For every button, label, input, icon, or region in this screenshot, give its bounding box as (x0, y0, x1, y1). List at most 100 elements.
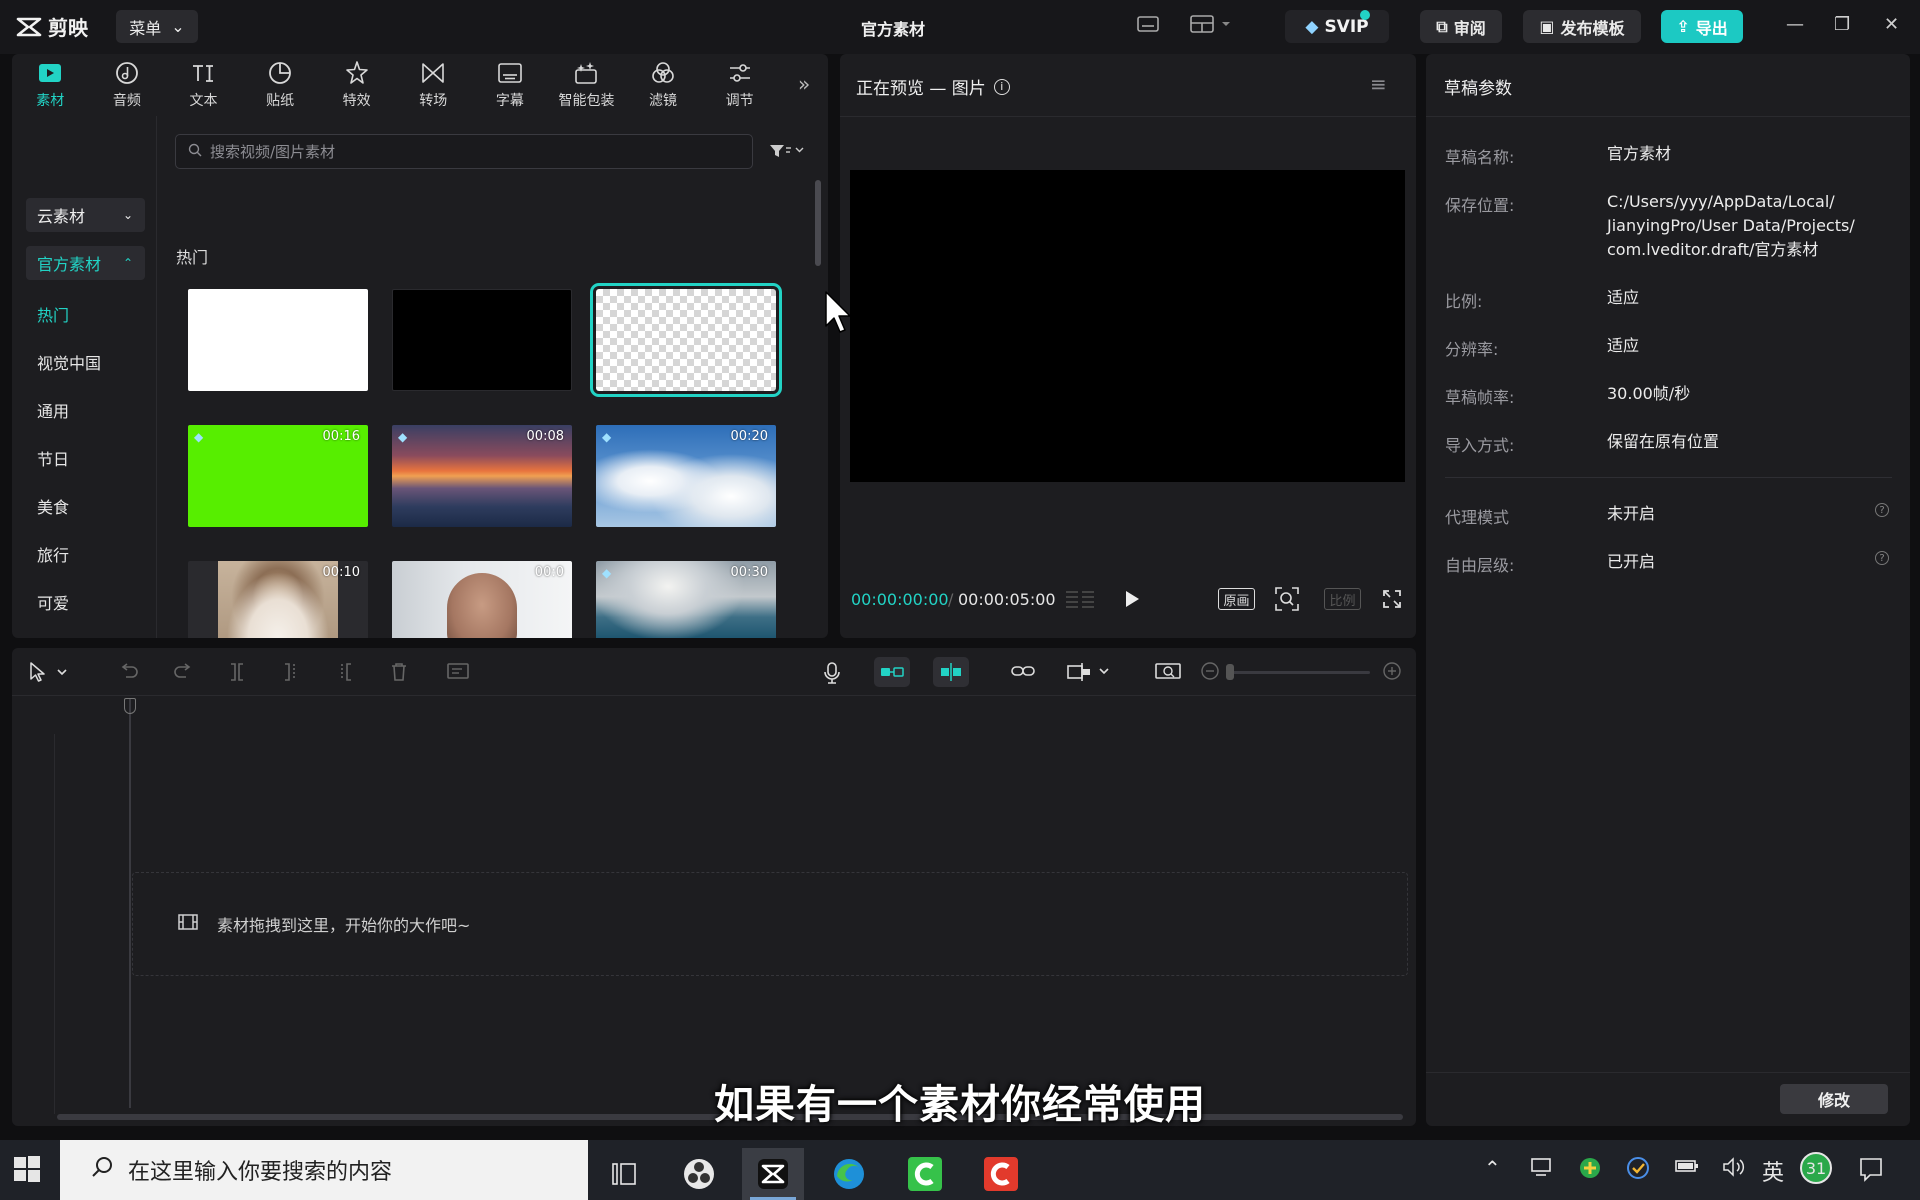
track-header-divider (54, 734, 55, 1114)
material-thumb-sky[interactable]: ◆ 00:20 (596, 425, 776, 527)
zoom-in-icon[interactable] (1382, 661, 1402, 685)
material-thumb-ocean[interactable]: ◆ 00:30 (596, 561, 776, 638)
delete-icon[interactable] (388, 661, 410, 687)
network-icon[interactable] (1530, 1156, 1554, 1183)
subtitle-icon (498, 63, 522, 83)
sidebar-item-vcg[interactable]: 视觉中国 (37, 350, 101, 374)
duration-label: 00:20 (730, 429, 768, 444)
sidebar-item-hot[interactable]: 热门 (37, 302, 69, 326)
material-thumb-man[interactable]: 00:0 (392, 561, 572, 638)
help-icon[interactable]: ? (1875, 503, 1889, 517)
windows-start-icon[interactable] (12, 1154, 48, 1190)
task-view-icon[interactable] (594, 1148, 656, 1200)
ime-language-indicator[interactable]: 英 (1762, 1155, 1784, 1187)
zoom-slider-handle[interactable] (1226, 664, 1234, 680)
playhead-handle[interactable] (124, 698, 136, 714)
tab-sticker[interactable]: 贴纸 (242, 54, 319, 116)
shortcut-keyboard-icon[interactable] (1137, 14, 1159, 38)
list-view-icon[interactable] (1064, 588, 1098, 614)
hamburger-menu-icon[interactable]: ≡ (1370, 72, 1387, 96)
sidebar-item-festival[interactable]: 节日 (37, 446, 69, 470)
freeze-frame-icon[interactable] (446, 661, 472, 687)
task-check-icon[interactable] (1626, 1156, 1650, 1185)
current-time: 00:00:00:00 (851, 590, 949, 609)
link-icon[interactable] (1010, 661, 1036, 685)
jianying-taskbar-icon[interactable] (742, 1148, 804, 1200)
split-icon[interactable] (226, 661, 248, 687)
layout-icon[interactable] (1190, 14, 1234, 38)
split-left-icon[interactable] (280, 661, 302, 687)
double-chevron-right-icon[interactable]: » (798, 72, 810, 96)
battery-icon[interactable] (1674, 1156, 1700, 1181)
preview-canvas[interactable] (850, 170, 1405, 482)
tab-filter[interactable]: 滤镜 (625, 54, 702, 116)
timeline-drop-zone[interactable]: 素材拖拽到这里，开始你的大作吧~ (132, 872, 1408, 976)
help-icon[interactable]: ? (1875, 551, 1889, 565)
tab-media[interactable]: 素材 (12, 54, 89, 116)
save-location-value: C:/Users/yyy/AppData/Local/ JianyingPro/… (1607, 190, 1855, 262)
notification-count-badge[interactable]: 31 (1800, 1152, 1832, 1184)
edge-browser-icon[interactable] (818, 1148, 880, 1200)
tab-subtitle[interactable]: 字幕 (472, 54, 549, 116)
camtasia-red-icon[interactable] (970, 1148, 1032, 1200)
tab-text[interactable]: 文本 (165, 54, 242, 116)
sidebar-item-food[interactable]: 美食 (37, 494, 69, 518)
material-thumb-white[interactable] (188, 289, 368, 391)
draft-name-value: 官方素材 (1607, 144, 1672, 163)
select-cursor-icon[interactable] (28, 661, 72, 687)
material-thumb-green-screen[interactable]: ◆ 00:16 (188, 425, 368, 527)
sidebar-item-travel[interactable]: 旅行 (37, 542, 69, 566)
action-center-icon[interactable] (1858, 1156, 1884, 1187)
minimize-icon[interactable]: — (1786, 14, 1804, 35)
material-thumb-cat[interactable]: 00:10 (188, 561, 368, 638)
timeline-toolbar (12, 648, 1416, 696)
review-button[interactable]: ⧉ 审阅 (1420, 10, 1502, 43)
tab-smart-pack[interactable]: 智能包装 (548, 54, 625, 116)
main-track-magnet-icon[interactable] (874, 657, 910, 687)
fullscreen-icon[interactable] (1382, 589, 1402, 613)
playhead-line[interactable] (129, 698, 131, 1108)
material-thumb-transparent[interactable] (590, 283, 782, 397)
original-quality-button[interactable]: 原画 (1218, 588, 1255, 610)
preview-panel: 正在预览 — 图片 i ≡ 00:00:00:00 / 00:00:05:00 … (840, 54, 1416, 638)
tab-transition[interactable]: 转场 (395, 54, 472, 116)
svip-button[interactable]: ◆ SVIP (1285, 10, 1389, 43)
frame-rate-label: 草稿帧率: (1445, 388, 1515, 407)
split-right-icon[interactable] (334, 661, 356, 687)
material-thumb-black[interactable] (392, 289, 572, 391)
ratio-button[interactable]: 比例 (1324, 588, 1361, 610)
sidebar-item-cloud[interactable]: 云素材 ⌄ (26, 198, 145, 232)
davinci-resolve-icon[interactable] (668, 1148, 730, 1200)
zoom-fit-icon[interactable] (1274, 586, 1300, 616)
play-icon[interactable] (1123, 589, 1141, 613)
tab-effects[interactable]: 特效 (318, 54, 395, 116)
zoom-out-icon[interactable] (1200, 661, 1220, 685)
volume-icon[interactable] (1722, 1156, 1746, 1183)
info-icon[interactable]: i (993, 78, 1010, 95)
export-button[interactable]: ⇪ 导出 (1661, 10, 1743, 43)
taskbar-search-input[interactable]: 在这里输入你要搜索的内容 (60, 1140, 588, 1200)
close-icon[interactable]: ✕ (1884, 14, 1899, 35)
tab-adjust[interactable]: 调节 (701, 54, 778, 116)
redo-icon[interactable] (172, 661, 194, 687)
restore-icon[interactable]: ❐ (1834, 14, 1850, 35)
microphone-icon[interactable] (822, 661, 842, 689)
undo-icon[interactable] (118, 661, 140, 687)
material-scrollbar[interactable] (815, 180, 821, 266)
auto-snap-icon[interactable] (933, 657, 969, 687)
tab-audio[interactable]: 音频 (89, 54, 166, 116)
sidebar-item-general[interactable]: 通用 (37, 398, 69, 422)
sidebar-item-cute[interactable]: 可爱 (37, 590, 69, 614)
publish-template-button[interactable]: ▣ 发布模板 (1523, 10, 1641, 43)
zoom-slider-track[interactable] (1230, 671, 1370, 674)
zoom-to-fit-timeline-icon[interactable] (1154, 661, 1182, 687)
sidebar-item-official[interactable]: 官方素材 ⌃ (26, 246, 145, 280)
security-app-icon[interactable] (1578, 1156, 1602, 1185)
filter-sort-icon[interactable] (769, 142, 805, 164)
chevron-up-icon[interactable]: ⌃ (1484, 1156, 1501, 1180)
search-input[interactable]: 搜索视频/图片素材 (175, 134, 753, 169)
material-thumb-sunset[interactable]: ◆ 00:08 (392, 425, 572, 527)
preview-axis-icon[interactable] (1066, 661, 1112, 687)
camtasia-green-icon[interactable] (894, 1148, 956, 1200)
mouse-cursor-icon (824, 290, 854, 340)
